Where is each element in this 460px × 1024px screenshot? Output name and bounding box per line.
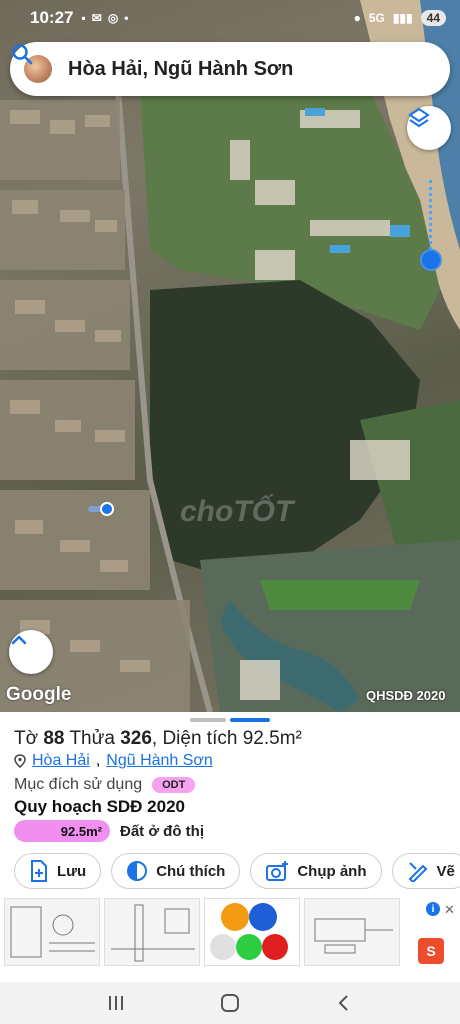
battery-badge: 44 [420, 10, 446, 26]
layers-button[interactable] [407, 106, 451, 150]
thua-value: 326 [120, 728, 152, 749]
camera-icon [266, 861, 289, 881]
area-label: Diện tích [162, 728, 238, 749]
plan-title: Quy hoạch SDĐ 2020 [14, 797, 186, 816]
map-layer-tag: QHSDĐ 2020 [366, 688, 446, 703]
home-icon[interactable] [219, 992, 241, 1014]
parcel-summary: Tờ 88 Thửa 326, Diện tích 92.5m² [14, 728, 302, 750]
plan-type-label: Đất ở đô thị [120, 822, 204, 840]
legend-button[interactable]: Chú thích [111, 853, 241, 889]
technical-drawing [314, 918, 393, 954]
mail-icon: ✉ [91, 11, 102, 25]
to-value: 88 [43, 728, 65, 749]
search-location-text[interactable]: Hòa Hải, Ngũ Hành Sơn [68, 58, 436, 81]
capture-button[interactable]: Chụp ảnh [250, 853, 382, 889]
purpose-code-badge: ODT [152, 777, 196, 793]
technical-drawing [111, 904, 195, 962]
half-circle-icon [127, 861, 148, 881]
system-nav-bar [0, 982, 460, 1024]
back-icon[interactable] [334, 993, 354, 1013]
address-line: Hòa Hải, Ngũ Hành Sơn [14, 752, 213, 770]
dot-icon: • [124, 11, 129, 25]
draw-button[interactable]: Vẽ [391, 853, 460, 889]
expand-up-button[interactable] [9, 630, 53, 674]
technical-drawing [10, 906, 95, 958]
notification-icons: ▪ ✉ ◎ • [81, 11, 128, 25]
ad-banner[interactable] [0, 898, 460, 970]
signal-label: 5G [368, 11, 385, 25]
save-label: Lưu [57, 862, 87, 880]
pin-icon [14, 754, 26, 768]
ad-image-indicator-lights[interactable] [204, 898, 300, 966]
handle-bar [190, 718, 226, 722]
search-icon[interactable] [10, 42, 34, 66]
signal-icon: ▮▮▮ [392, 11, 413, 25]
app-icon: ▪ [81, 11, 86, 25]
google-logo: Google [6, 684, 72, 705]
draw-icon [408, 862, 427, 882]
comma: , [151, 728, 158, 749]
district-link[interactable]: Ngũ Hành Sơn [106, 752, 213, 770]
to-label: Tờ [14, 728, 39, 749]
handle-bar-active [230, 718, 270, 722]
comma: , [95, 752, 101, 769]
status-right: ● 5G ▮▮▮ 44 [354, 10, 446, 26]
ad-image-drawing-2[interactable] [104, 898, 200, 966]
indicator-lights [210, 903, 288, 960]
layers-icon [408, 107, 430, 128]
parcel-sheet: Tờ 88 Thửa 326, Diện tích 92.5m² Hòa Hải… [0, 712, 460, 982]
action-row: Lưu Chú thích Chụp ảnh Vẽ [14, 853, 460, 889]
area-value: 92.5m² [242, 728, 302, 749]
ad-close-icon[interactable]: ✕ [444, 902, 455, 918]
recent-apps-icon[interactable] [106, 993, 126, 1013]
ad-image-drawing-1[interactable] [4, 898, 100, 966]
status-time: 10:27 [30, 8, 74, 27]
map-view[interactable]: 10:27 ▪ ✉ ◎ • ● 5G ▮▮▮ 44 Hòa Hải, Ngũ H… [0, 0, 460, 712]
satellite-imagery [0, 0, 460, 712]
add-file-icon [31, 860, 47, 882]
sheet-handle[interactable] [190, 718, 270, 722]
ad-info-icon[interactable]: i [426, 902, 440, 916]
location-status-icon: ● [353, 11, 361, 25]
ad-image-drawing-3[interactable] [304, 898, 400, 966]
my-location-dot [100, 502, 114, 516]
status-bar: 10:27 ▪ ✉ ◎ • ● 5G ▮▮▮ 44 [0, 0, 460, 36]
ward-link[interactable]: Hòa Hải [32, 752, 90, 770]
legend-label: Chú thích [156, 862, 226, 880]
search-bar[interactable]: Hòa Hải, Ngũ Hành Sơn [10, 42, 450, 96]
draw-label: Vẽ [436, 862, 455, 880]
plan-area-row: 92.5m² Đất ở đô thị [14, 820, 204, 842]
screen: 10:27 ▪ ✉ ◎ • ● 5G ▮▮▮ 44 Hòa Hải, Ngũ H… [0, 0, 460, 1024]
purpose-line: Mục đích sử dụng ODT [14, 776, 196, 794]
thua-label: Thửa [69, 728, 115, 749]
instagram-icon: ◎ [107, 11, 119, 25]
chevron-up-icon [11, 635, 27, 645]
watermark: choTỐT [180, 495, 294, 528]
save-button[interactable]: Lưu [14, 853, 102, 889]
shopee-logo[interactable]: S [418, 938, 444, 964]
opacity-slider-knob[interactable] [420, 249, 442, 271]
purpose-label: Mục đích sử dụng [14, 776, 143, 793]
capture-label: Chụp ảnh [297, 862, 367, 880]
plan-area-pill: 92.5m² [14, 820, 110, 842]
